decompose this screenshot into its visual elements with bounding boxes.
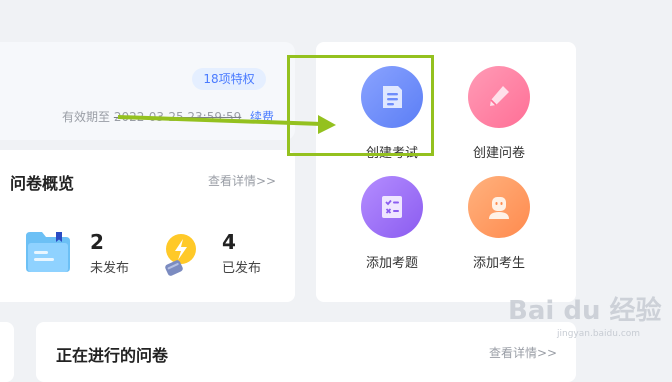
- watermark: Bai du 经验: [508, 296, 662, 326]
- watermark-url: jingyan.baidu.com: [557, 329, 641, 339]
